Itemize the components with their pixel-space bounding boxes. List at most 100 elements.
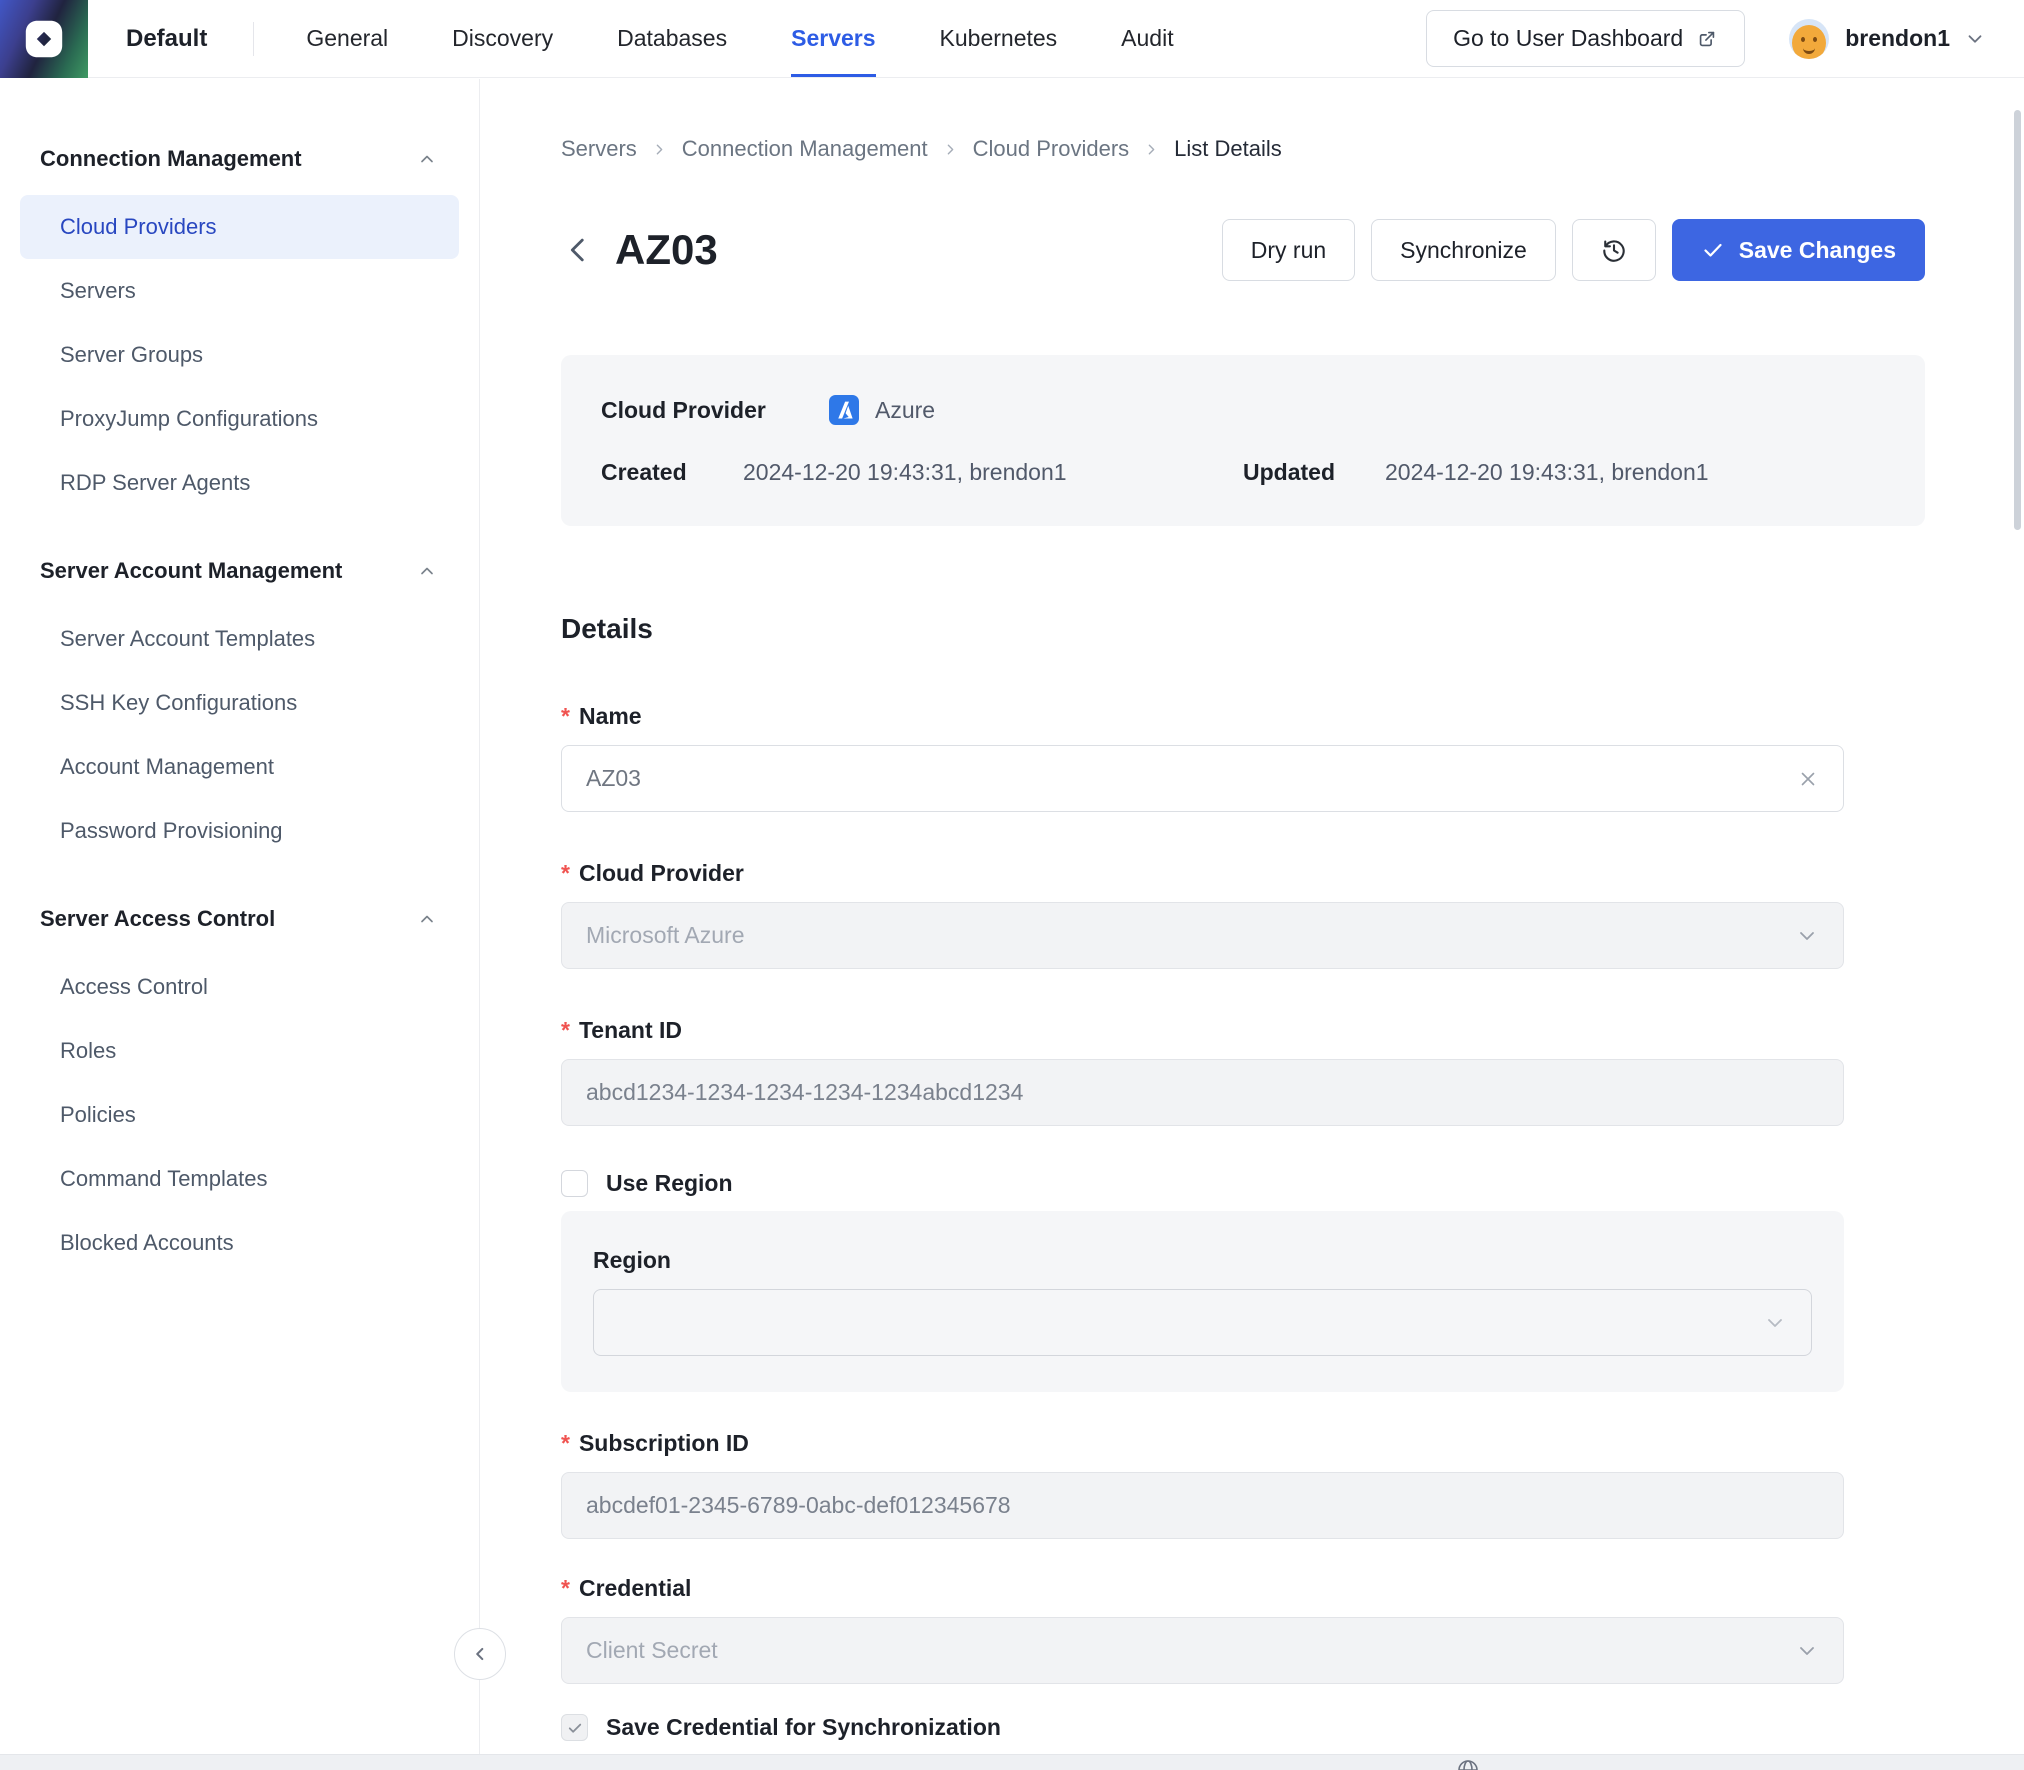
back-button[interactable] — [561, 233, 595, 267]
clear-icon[interactable] — [1797, 768, 1819, 790]
tenant-id-input: abcd1234-1234-1234-1234-1234abcd1234 — [561, 1059, 1844, 1126]
sidebar-item-rdp-server-agents[interactable]: RDP Server Agents — [0, 451, 479, 515]
cloud-provider-field: * Cloud Provider Microsoft Azure — [561, 858, 1925, 969]
subscription-id-label: Subscription ID — [579, 1428, 749, 1458]
use-region-checkbox[interactable] — [561, 1170, 588, 1197]
sidebar-section-server-access-control: Server Access Control Access Control Rol… — [0, 899, 479, 1275]
breadcrumb-servers[interactable]: Servers — [561, 135, 637, 163]
section-title-label: Server Access Control — [40, 906, 275, 932]
footer-bar — [0, 1754, 2024, 1770]
region-label: Region — [593, 1245, 671, 1275]
history-icon — [1600, 236, 1628, 264]
section-title-server-access-control[interactable]: Server Access Control — [0, 899, 479, 939]
subscription-id-input: abcdef01-2345-6789-0abc-def012345678 — [561, 1472, 1844, 1539]
globe-icon[interactable] — [1456, 1758, 1480, 1770]
credential-select: Client Secret — [561, 1617, 1844, 1684]
save-credential-checkbox — [561, 1714, 588, 1741]
app-logo[interactable] — [0, 0, 88, 78]
chevron-up-icon — [417, 909, 437, 929]
nav-general[interactable]: General — [306, 0, 388, 77]
section-title-connection-management[interactable]: Connection Management — [0, 139, 479, 179]
nav-kubernetes[interactable]: Kubernetes — [940, 0, 1058, 77]
external-link-icon — [1696, 28, 1718, 50]
go-to-user-dashboard-label: Go to User Dashboard — [1453, 25, 1683, 52]
topbar-right: Go to User Dashboard brendon1 — [1426, 10, 2024, 67]
required-asterisk: * — [561, 858, 570, 888]
chevron-down-icon — [1795, 1639, 1819, 1663]
chevron-down-icon — [1763, 1311, 1787, 1335]
updated-value: 2024-12-20 19:43:31, brendon1 — [1385, 459, 1709, 486]
chevron-up-icon — [417, 149, 437, 169]
use-region-label: Use Region — [606, 1170, 733, 1197]
check-icon — [1701, 238, 1725, 262]
sidebar-item-server-account-templates[interactable]: Server Account Templates — [0, 607, 479, 671]
nav-servers[interactable]: Servers — [791, 0, 875, 77]
region-panel: Region — [561, 1211, 1844, 1392]
sidebar-item-access-control[interactable]: Access Control — [0, 955, 479, 1019]
breadcrumb-separator-icon — [651, 141, 668, 158]
synchronize-button[interactable]: Synchronize — [1371, 219, 1556, 281]
nav-audit[interactable]: Audit — [1121, 0, 1173, 77]
name-input-wrapper — [561, 745, 1844, 812]
required-asterisk: * — [561, 1573, 570, 1603]
sidebar-item-account-management[interactable]: Account Management — [0, 735, 479, 799]
cloud-provider-value: Microsoft Azure — [586, 922, 745, 949]
credential-field: * Credential Client Secret — [561, 1573, 1925, 1684]
provider-label: Cloud Provider — [601, 397, 829, 424]
credential-value: Client Secret — [586, 1637, 718, 1664]
user-menu-chevron-down-icon[interactable] — [1964, 28, 1986, 50]
sidebar-item-servers[interactable]: Servers — [0, 259, 479, 323]
sidebar-item-server-groups[interactable]: Server Groups — [0, 323, 479, 387]
subscription-id-value: abcdef01-2345-6789-0abc-def012345678 — [586, 1492, 1011, 1519]
use-region-row: Use Region — [561, 1170, 1925, 1197]
vertical-scrollbar-thumb[interactable] — [2014, 110, 2021, 530]
breadcrumb-separator-icon — [942, 141, 959, 158]
sidebar-item-cloud-providers[interactable]: Cloud Providers — [20, 195, 459, 259]
dry-run-button[interactable]: Dry run — [1222, 219, 1355, 281]
sidebar-item-ssh-key-configurations[interactable]: SSH Key Configurations — [0, 671, 479, 735]
sidebar-section-server-account-management: Server Account Management Server Account… — [0, 551, 479, 863]
section-title-server-account-management[interactable]: Server Account Management — [0, 551, 479, 591]
username[interactable]: brendon1 — [1845, 25, 1950, 52]
nav-databases[interactable]: Databases — [617, 0, 727, 77]
app-logo-icon — [21, 16, 67, 62]
section-title-label: Connection Management — [40, 146, 302, 172]
top-nav: General Discovery Databases Servers Kube… — [306, 0, 1173, 77]
subscription-id-field: * Subscription ID abcdef01-2345-6789-0ab… — [561, 1428, 1925, 1539]
tenant-id-field: * Tenant ID abcd1234-1234-1234-1234-1234… — [561, 1015, 1925, 1126]
sidebar-item-blocked-accounts[interactable]: Blocked Accounts — [0, 1211, 479, 1275]
nav-discovery[interactable]: Discovery — [452, 0, 553, 77]
breadcrumb-cloud-providers[interactable]: Cloud Providers — [973, 135, 1130, 163]
name-field: * Name — [561, 701, 1925, 812]
required-asterisk: * — [561, 1428, 570, 1458]
required-asterisk: * — [561, 1015, 570, 1045]
tenant-id-value: abcd1234-1234-1234-1234-1234abcd1234 — [586, 1079, 1023, 1106]
provider-chip: Azure — [829, 395, 935, 425]
breadcrumb: Servers Connection Management Cloud Prov… — [561, 135, 1925, 163]
chevron-left-icon — [469, 1643, 491, 1665]
main-content: Servers Connection Management Cloud Prov… — [481, 79, 2024, 1770]
avatar-smiley-icon — [1792, 25, 1826, 59]
breadcrumb-list-details: List Details — [1174, 135, 1282, 163]
history-button[interactable] — [1572, 219, 1656, 281]
sidebar-item-roles[interactable]: Roles — [0, 1019, 479, 1083]
name-input[interactable] — [586, 765, 1797, 792]
sidebar-item-password-provisioning[interactable]: Password Provisioning — [0, 799, 479, 863]
tenant-id-label: Tenant ID — [579, 1015, 682, 1045]
created-label: Created — [601, 459, 743, 486]
user-avatar[interactable] — [1789, 19, 1829, 59]
chevron-up-icon — [417, 561, 437, 581]
go-to-user-dashboard-button[interactable]: Go to User Dashboard — [1426, 10, 1745, 67]
required-asterisk: * — [561, 701, 570, 731]
header-actions: Dry run Synchronize Save Changes — [1222, 219, 1925, 281]
breadcrumb-separator-icon — [1143, 141, 1160, 158]
page-title: AZ03 — [615, 226, 718, 274]
sidebar-collapse-button[interactable] — [454, 1628, 506, 1680]
sidebar-item-policies[interactable]: Policies — [0, 1083, 479, 1147]
save-changes-button[interactable]: Save Changes — [1672, 219, 1925, 281]
sidebar-item-proxyjump-configurations[interactable]: ProxyJump Configurations — [0, 387, 479, 451]
sidebar-item-command-templates[interactable]: Command Templates — [0, 1147, 479, 1211]
breadcrumb-connection-management[interactable]: Connection Management — [682, 135, 928, 163]
details-heading: Details — [561, 612, 1925, 645]
provider-info-card: Cloud Provider Azure Created 2024-12-20 … — [561, 355, 1925, 526]
